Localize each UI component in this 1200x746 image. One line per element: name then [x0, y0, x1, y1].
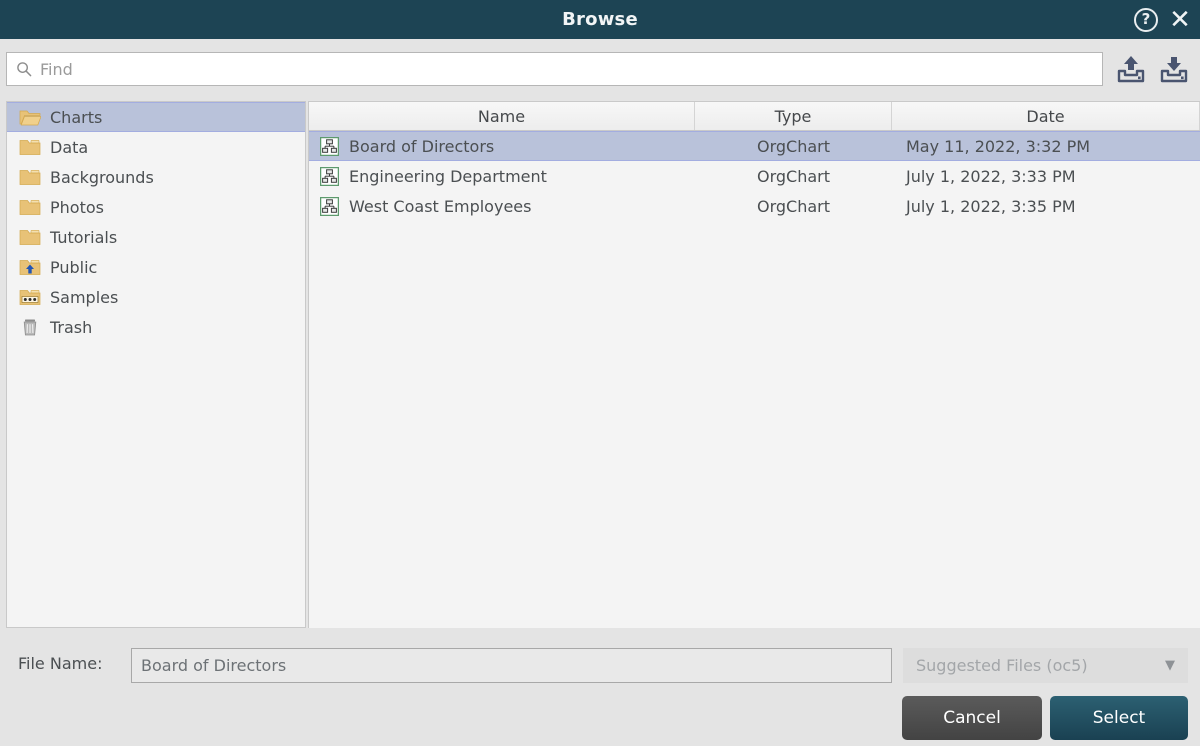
file-name-text: Board of Directors [349, 136, 495, 156]
cell-name: Engineering Department [309, 166, 695, 186]
cell-name: West Coast Employees [309, 196, 695, 216]
sidebar-item-backgrounds[interactable]: Backgrounds [7, 162, 305, 192]
folder-icon [19, 137, 41, 157]
search-placeholder: Find [40, 59, 73, 79]
search-input[interactable]: Find [6, 52, 1103, 86]
chevron-down-icon: ▼ [1165, 658, 1175, 673]
sidebar-item-trash[interactable]: Trash [7, 312, 305, 342]
file-name-text: Engineering Department [349, 166, 547, 186]
sidebar-item-samples[interactable]: Samples [7, 282, 305, 312]
column-headers: Name Type Date [309, 102, 1200, 131]
sidebar-item-label: Public [50, 257, 98, 277]
file-type-dropdown[interactable]: Suggested Files (oc5) ▼ [903, 648, 1188, 683]
select-button[interactable]: Select [1050, 696, 1188, 740]
cell-type: OrgChart [756, 166, 830, 186]
title-bar-actions: ? ✕ [1134, 0, 1192, 39]
column-header-name[interactable]: Name [309, 102, 695, 130]
orgchart-icon [319, 136, 340, 156]
file-name-label: File Name: [18, 654, 103, 673]
sidebar-item-label: Trash [50, 317, 93, 337]
cell-date: May 11, 2022, 3:32 PM [906, 136, 1091, 156]
trash-icon [19, 317, 41, 337]
sidebar-item-label: Samples [50, 287, 119, 307]
folder-public-icon [19, 257, 41, 277]
toolbar-icons [1115, 51, 1195, 87]
search-row: Find [0, 39, 1200, 98]
cell-date: July 1, 2022, 3:35 PM [906, 196, 1076, 216]
sidebar-item-label: Tutorials [50, 227, 118, 247]
folder-open-icon [19, 107, 42, 127]
folder-samples-icon [19, 287, 41, 307]
sidebar-item-tutorials[interactable]: Tutorials [7, 222, 305, 252]
folder-icon [19, 197, 41, 217]
folder-icon [19, 167, 41, 187]
sidebar-item-charts[interactable]: Charts [7, 102, 305, 132]
file-name-input[interactable]: Board of Directors [131, 648, 892, 683]
title-bar: Browse ? ✕ [0, 0, 1200, 39]
sidebar-item-photos[interactable]: Photos [7, 192, 305, 222]
sidebar-item-label: Charts [50, 107, 103, 127]
file-list-panel: Name Type Date Board of Directors OrgChar… [308, 101, 1200, 628]
sidebar-item-label: Data [50, 137, 89, 157]
search-icon [17, 62, 32, 77]
table-row[interactable]: West Coast Employees OrgChart July 1, 2022… [309, 191, 1200, 221]
sidebar-item-label: Photos [50, 197, 104, 217]
folder-icon [19, 227, 41, 247]
table-row[interactable]: Board of Directors OrgChart May 11, 2022, … [309, 131, 1200, 161]
upload-icon[interactable] [1115, 54, 1147, 84]
cell-type: OrgChart [756, 196, 830, 216]
cell-date: July 1, 2022, 3:33 PM [906, 166, 1076, 186]
file-list: Board of Directors OrgChart May 11, 2022, … [309, 131, 1200, 221]
folder-sidebar: Charts Data Backgrounds Photos Tutorials Publ… [6, 101, 306, 628]
sidebar-item-label: Backgrounds [50, 167, 154, 187]
cancel-button[interactable]: Cancel [902, 696, 1042, 740]
close-icon[interactable]: ✕ [1168, 7, 1192, 33]
download-icon[interactable] [1158, 54, 1190, 84]
column-header-date[interactable]: Date [892, 102, 1200, 130]
sidebar-item-public[interactable]: Public [7, 252, 305, 282]
file-name-text: West Coast Employees [349, 196, 532, 216]
orgchart-icon [319, 166, 340, 186]
cell-type: OrgChart [756, 136, 830, 156]
column-header-type[interactable]: Type [695, 102, 892, 130]
window-title: Browse [562, 9, 638, 30]
cell-name: Board of Directors [309, 136, 695, 156]
file-type-selected-value: Suggested Files (oc5) [916, 656, 1088, 675]
orgchart-icon [319, 196, 340, 216]
file-name-value: Board of Directors [141, 656, 287, 675]
table-row[interactable]: Engineering Department OrgChart July 1, 20… [309, 161, 1200, 191]
sidebar-item-data[interactable]: Data [7, 132, 305, 162]
help-icon[interactable]: ? [1134, 7, 1158, 32]
